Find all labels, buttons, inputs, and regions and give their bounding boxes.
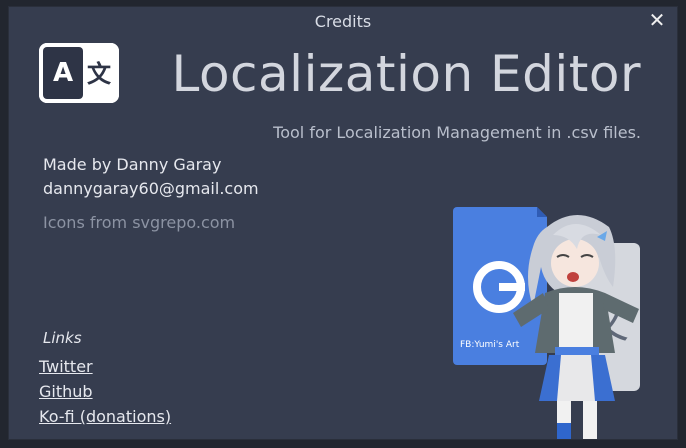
github-link[interactable]: Github bbox=[39, 382, 93, 401]
dialog-title: Credits bbox=[314, 12, 372, 31]
svg-text:文: 文 bbox=[87, 60, 112, 88]
credits-dialog: Credits ✕ A 文 Localization Editor Tool f… bbox=[8, 6, 678, 440]
close-button[interactable]: ✕ bbox=[647, 9, 667, 31]
mascot-artwork: 文 FB:Yumi's Art bbox=[449, 197, 677, 439]
translate-logo-icon: A 文 bbox=[39, 43, 119, 103]
author-email: dannygaray60@gmail.com bbox=[43, 179, 259, 198]
svg-text:A: A bbox=[53, 58, 73, 88]
links-heading: Links bbox=[43, 329, 82, 347]
author-credit: Made by Danny Garay bbox=[43, 155, 222, 174]
twitter-link[interactable]: Twitter bbox=[39, 357, 93, 376]
dialog-titlebar: Credits ✕ bbox=[9, 7, 677, 35]
app-title: Localization Editor bbox=[171, 45, 641, 103]
kofi-link[interactable]: Ko-fi (donations) bbox=[39, 407, 171, 426]
app-tagline: Tool for Localization Management in .csv… bbox=[273, 123, 641, 142]
icons-credit: Icons from svgrepo.com bbox=[43, 213, 236, 232]
artwork-watermark: FB:Yumi's Art bbox=[460, 340, 520, 350]
